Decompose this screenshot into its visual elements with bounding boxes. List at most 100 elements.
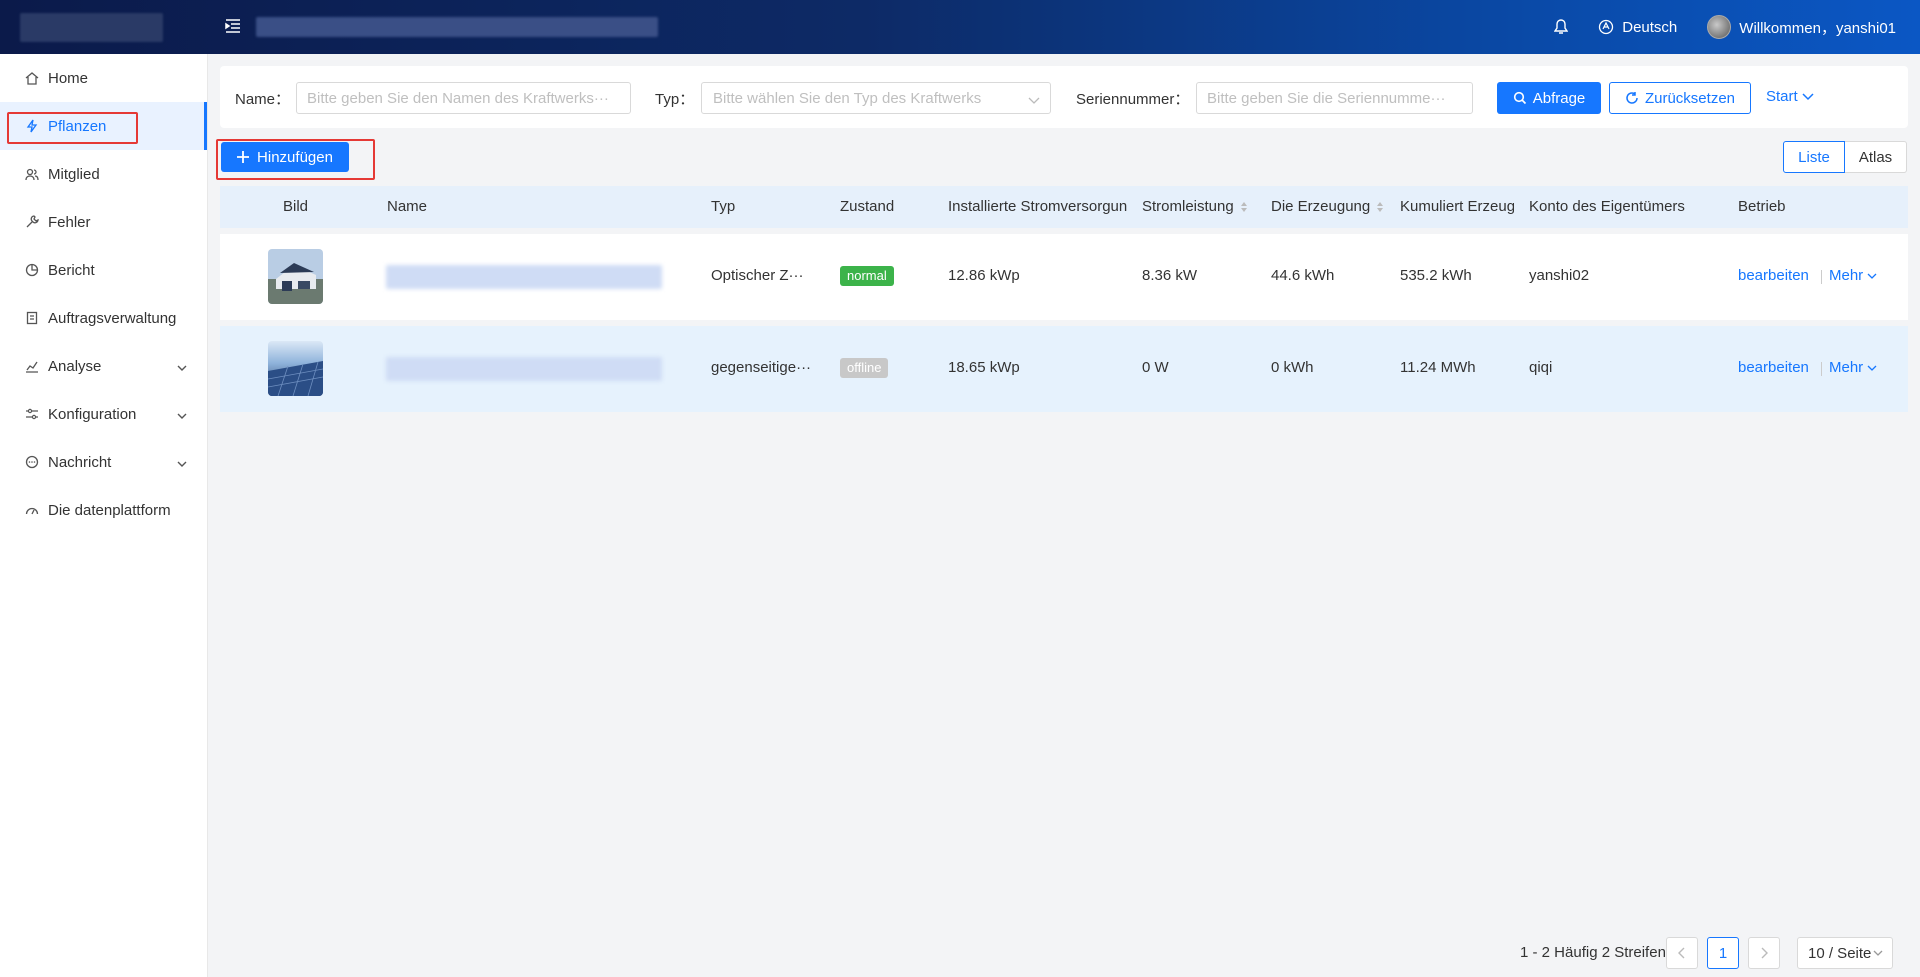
chevron-down-icon [177,455,187,472]
column-header: Typ [711,198,736,215]
page-size-select[interactable]: 10 / Seite [1797,937,1893,969]
serial-filter-label: Seriennummer： [1076,91,1190,108]
column-header-sortable[interactable]: Stromleistung [1142,198,1248,215]
column-header: Bild [283,198,309,215]
chevron-down-icon [1802,92,1814,100]
type-filter-placeholder: Bitte wählen Sie den Typ des Kraftwerks [713,90,982,107]
name-filter-label: Name： [235,91,291,108]
divider [1821,270,1822,284]
sliders-icon [24,406,40,422]
chevron-left-icon [1678,947,1685,959]
generation: 0 kWh [1271,359,1314,376]
search-icon [1513,91,1526,105]
plant-type: Optischer Z··· [711,267,804,284]
sidebar-item-nachricht[interactable]: Nachricht [0,438,207,486]
more-dropdown[interactable]: Mehr [1829,359,1877,376]
top-header: Deutsch Willkommen，yanshi01 [0,0,1920,54]
sidebar-item-label: Nachricht [48,453,112,471]
cumulative-generation: 11.24 MWh [1400,359,1476,376]
sidebar-item-konfiguration[interactable]: Konfiguration [0,390,207,438]
sidebar-item-label: Konfiguration [48,405,137,423]
dashboard-icon [24,502,40,518]
chevron-down-icon [1028,92,1040,109]
chevron-down-icon [1867,365,1877,371]
sidebar-item-datenplattform[interactable]: Die datenplattform [0,486,207,534]
chevron-down-icon [1873,950,1883,956]
column-header-sortable[interactable]: Die Erzeugung [1271,198,1384,215]
sidebar-item-home[interactable]: Home [0,54,207,102]
serial-filter-input[interactable] [1196,82,1473,114]
installed-capacity: 18.65 kWp [948,359,1020,376]
sidebar-item-auftragsverwaltung[interactable]: Auftragsverwaltung [0,294,207,342]
sidebar-item-label: Bericht [48,261,95,279]
home-icon [24,70,40,86]
prev-page-button[interactable] [1666,937,1698,969]
sidebar: Home Pflanzen Mitglied Fehler Bericht Au… [0,54,208,977]
generation: 44.6 kWh [1271,267,1335,284]
more-dropdown[interactable]: Mehr [1829,267,1877,284]
installed-capacity: 12.86 kWp [948,267,1020,284]
plant-name[interactable] [386,357,662,381]
user-menu[interactable]: Willkommen，yanshi01 [1707,15,1896,39]
type-filter-label: Typ： [655,91,695,108]
view-list-button[interactable]: Liste [1783,141,1845,173]
next-page-button[interactable] [1748,937,1780,969]
sidebar-item-mitglied[interactable]: Mitglied [0,150,207,198]
sidebar-item-analyse[interactable]: Analyse [0,342,207,390]
logo[interactable] [20,13,163,42]
plants-table: Bild Name Typ Zustand Installierte Strom… [220,186,1908,412]
table-row[interactable]: Optischer Z··· normal 12.86 kWp 8.36 kW … [220,234,1908,320]
view-switch: Liste Atlas [1783,141,1907,173]
chart-icon [24,358,40,374]
plant-name[interactable] [386,265,662,289]
reset-button[interactable]: Zurücksetzen [1609,82,1751,114]
page-button-current[interactable]: 1 [1707,937,1739,969]
divider [1821,362,1822,376]
language-label: Deutsch [1622,18,1678,36]
refresh-icon [1626,92,1638,104]
type-filter-select[interactable]: Bitte wählen Sie den Typ des Kraftwerks [701,82,1051,114]
plant-thumbnail[interactable] [268,341,323,396]
users-icon [24,166,40,182]
name-filter-input[interactable] [296,82,631,114]
chevron-down-icon [177,359,187,376]
language-switch[interactable]: Deutsch [1598,19,1677,36]
avatar [1707,15,1732,39]
owner-account: yanshi02 [1529,267,1590,284]
edit-link[interactable]: bearbeiten [1738,359,1809,376]
sidebar-item-label: Analyse [48,357,102,375]
sidebar-item-label: Auftragsverwaltung [48,309,177,327]
sidebar-item-pflanzen[interactable]: Pflanzen [0,102,207,150]
welcome-text: Willkommen，yanshi01 [1739,19,1896,37]
sidebar-item-label: Die datenplattform [48,501,171,519]
status-badge: offline [840,358,889,378]
start-expand-link[interactable]: Start [1766,88,1814,105]
wrench-icon [24,214,40,230]
plant-thumbnail[interactable] [268,249,323,304]
notification-bell-icon[interactable] [1554,19,1569,35]
column-header: Zustand [840,198,895,215]
pie-icon [24,262,40,278]
message-icon [24,454,40,470]
sidebar-item-fehler[interactable]: Fehler [0,198,207,246]
bolt-icon [24,118,40,134]
power-output: 0 W [1142,359,1169,376]
sidebar-item-bericht[interactable]: Bericht [0,246,207,294]
chevron-right-icon [1761,947,1768,959]
menu-collapse-icon[interactable] [223,16,243,36]
edit-link[interactable]: bearbeiten [1738,267,1809,284]
sidebar-item-label: Mitglied [48,165,100,183]
table-header: Bild Name Typ Zustand Installierte Strom… [220,186,1908,228]
chevron-down-icon [1867,273,1877,279]
table-row[interactable]: gegenseitige··· offline 18.65 kWp 0 W 0 … [220,326,1908,412]
query-button[interactable]: Abfrage [1497,82,1601,114]
language-icon [1599,19,1614,35]
sidebar-item-label: Pflanzen [48,117,107,135]
column-header: Name [387,198,428,215]
column-header: Konto des Eigentümers [1529,198,1685,215]
view-atlas-button[interactable]: Atlas [1845,141,1907,173]
filter-bar: Name： Typ： Bitte wählen Sie den Typ des … [220,66,1908,128]
column-header: Installierte Stromversorgun [948,198,1128,215]
add-plant-button[interactable]: Hinzufügen [221,142,349,172]
cumulative-generation: 535.2 kWh [1400,267,1472,284]
